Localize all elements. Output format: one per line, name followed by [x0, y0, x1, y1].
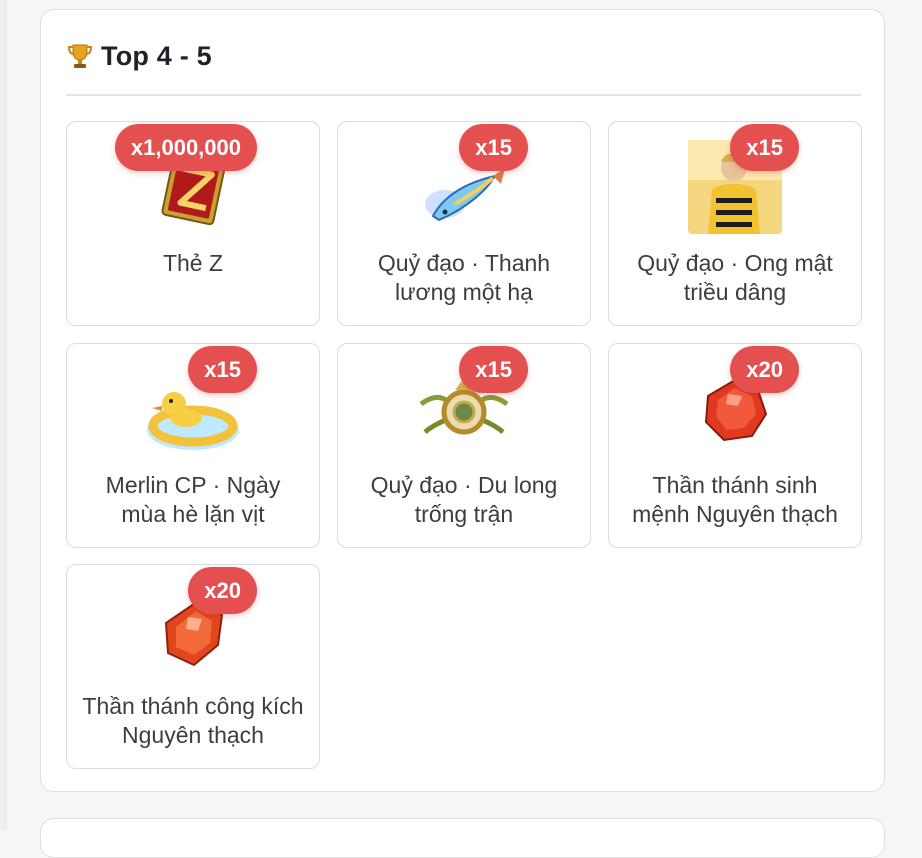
divider — [66, 94, 861, 96]
reward-name: Thẻ Z — [162, 250, 224, 276]
reward-card[interactable]: x20 Thần thánh công kích Nguyên thạch — [66, 564, 320, 769]
reward-name: Quỷ đạo · Ong mật triều dâng — [637, 250, 833, 305]
quantity-badge: x15 — [730, 124, 799, 171]
quantity-badge: x15 — [188, 346, 257, 393]
quantity-badge: x20 — [188, 567, 257, 614]
next-panel — [40, 818, 885, 858]
page-edge — [0, 0, 7, 830]
panel-title: Top 4 - 5 — [101, 40, 212, 71]
reward-name: Quỷ đạo · Thanh lương một hạ — [377, 250, 551, 305]
quantity-badge: x15 — [459, 124, 528, 171]
quantity-badge: x20 — [730, 346, 799, 393]
reward-card[interactable]: x15 Quỷ đạo · Du long trống trận — [337, 343, 591, 548]
reward-card[interactable]: x15 Merlin CP · Ngày mùa hè lặn vịt — [66, 343, 320, 548]
reward-card[interactable]: x15 Quỷ đạo · Ong mật triều dâng — [608, 121, 862, 326]
reward-name: Thần thánh công kích Nguyên thạch — [82, 693, 304, 748]
reward-name: Merlin CP · Ngày mùa hè lặn vịt — [105, 472, 281, 527]
reward-card[interactable]: x15 Quỷ đạo · Thanh lương một hạ — [337, 121, 591, 326]
reward-name: Quỷ đạo · Du long trống trận — [370, 472, 558, 527]
reward-card[interactable]: x1,000,000 Thẻ Z — [66, 121, 320, 326]
panel-header: Top 4 - 5 — [65, 40, 212, 72]
reward-card[interactable]: x20 Thần thánh sinh mệnh Nguyên thạch — [608, 343, 862, 548]
quantity-badge: x1,000,000 — [114, 124, 257, 171]
trophy-icon — [67, 44, 93, 68]
reward-name: Thần thánh sinh mệnh Nguyên thạch — [632, 472, 838, 527]
quantity-badge: x15 — [459, 346, 528, 393]
reward-tier-panel: Top 4 - 5 x1,000,000 Thẻ Z x15 Quỷ đạo ·… — [40, 9, 885, 792]
